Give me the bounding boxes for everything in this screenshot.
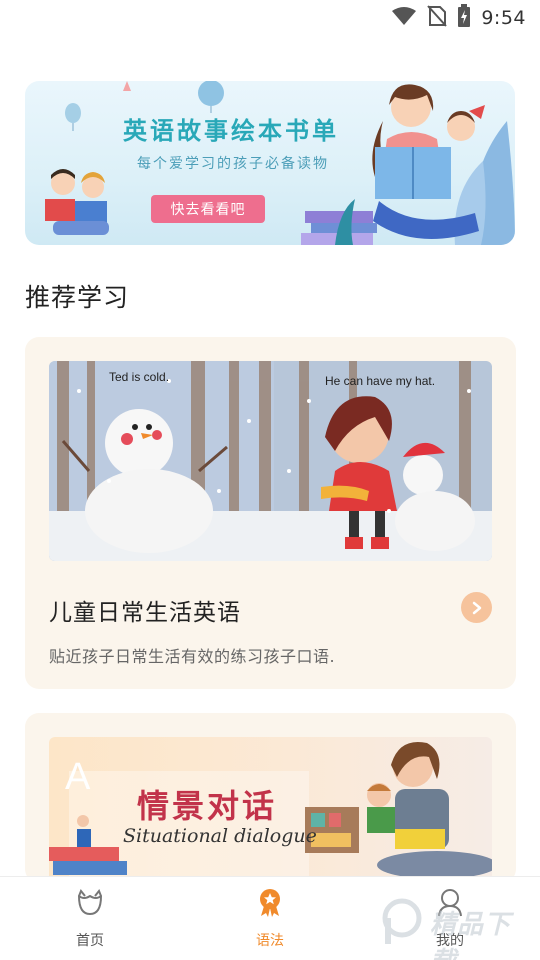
- banner-cta-button[interactable]: 快去看看吧: [151, 195, 265, 223]
- card2-image-title: 情景对话: [137, 787, 278, 825]
- course-card-image: A 情景对话 Situational dialogue: [49, 737, 492, 883]
- image-caption-right: He can have my hat.: [325, 374, 435, 388]
- chevron-right-icon[interactable]: [461, 592, 492, 623]
- status-time: 9:54: [481, 7, 526, 29]
- nav-label-grammar: 语法: [256, 932, 284, 949]
- watermark-text: 精品下载: [430, 910, 512, 960]
- battery-charging-icon: [457, 4, 471, 32]
- status-bar: 9:54: [0, 0, 540, 36]
- nav-label-home: 首页: [76, 932, 104, 949]
- image-caption-left: Ted is cold.: [109, 370, 169, 384]
- watermark: 精品下载: [382, 896, 534, 960]
- course-card[interactable]: Ted is cold. He can have my hat. 儿童日常生活英…: [25, 337, 516, 689]
- award-badge-icon: [256, 888, 284, 922]
- kids-reading-illustration: [45, 169, 109, 235]
- banner-subtitle: 每个爱学习的孩子必备读物: [137, 156, 329, 172]
- nav-item-home[interactable]: 首页: [0, 877, 180, 960]
- nav-item-grammar[interactable]: 语法: [180, 877, 360, 960]
- course-card[interactable]: A 情景对话 Situational dialogue: [25, 713, 516, 883]
- wifi-icon: [391, 6, 417, 30]
- section-title: 推荐学习: [25, 283, 130, 312]
- card2-image-subtitle: Situational dialogue: [123, 825, 317, 847]
- course-description: 贴近孩子日常生活有效的练习孩子口语.: [49, 647, 336, 666]
- app-screen: 9:54 英语故事绘本书单 每个爱学习的孩子必备读物 快去看看吧 推荐学习 Te…: [0, 0, 540, 960]
- snowman-illustration: Ted is cold. He can have my hat.: [49, 361, 492, 561]
- watermark-logo-icon: [382, 898, 422, 944]
- home-face-icon: [75, 888, 105, 922]
- decorative-letter: A: [65, 756, 91, 798]
- course-title: 儿童日常生活英语: [49, 600, 241, 626]
- promo-banner[interactable]: 英语故事绘本书单 每个爱学习的孩子必备读物 快去看看吧: [25, 81, 515, 245]
- course-card-image: Ted is cold. He can have my hat.: [49, 361, 492, 561]
- banner-title: 英语故事绘本书单: [123, 117, 339, 145]
- no-sim-icon: [427, 5, 448, 31]
